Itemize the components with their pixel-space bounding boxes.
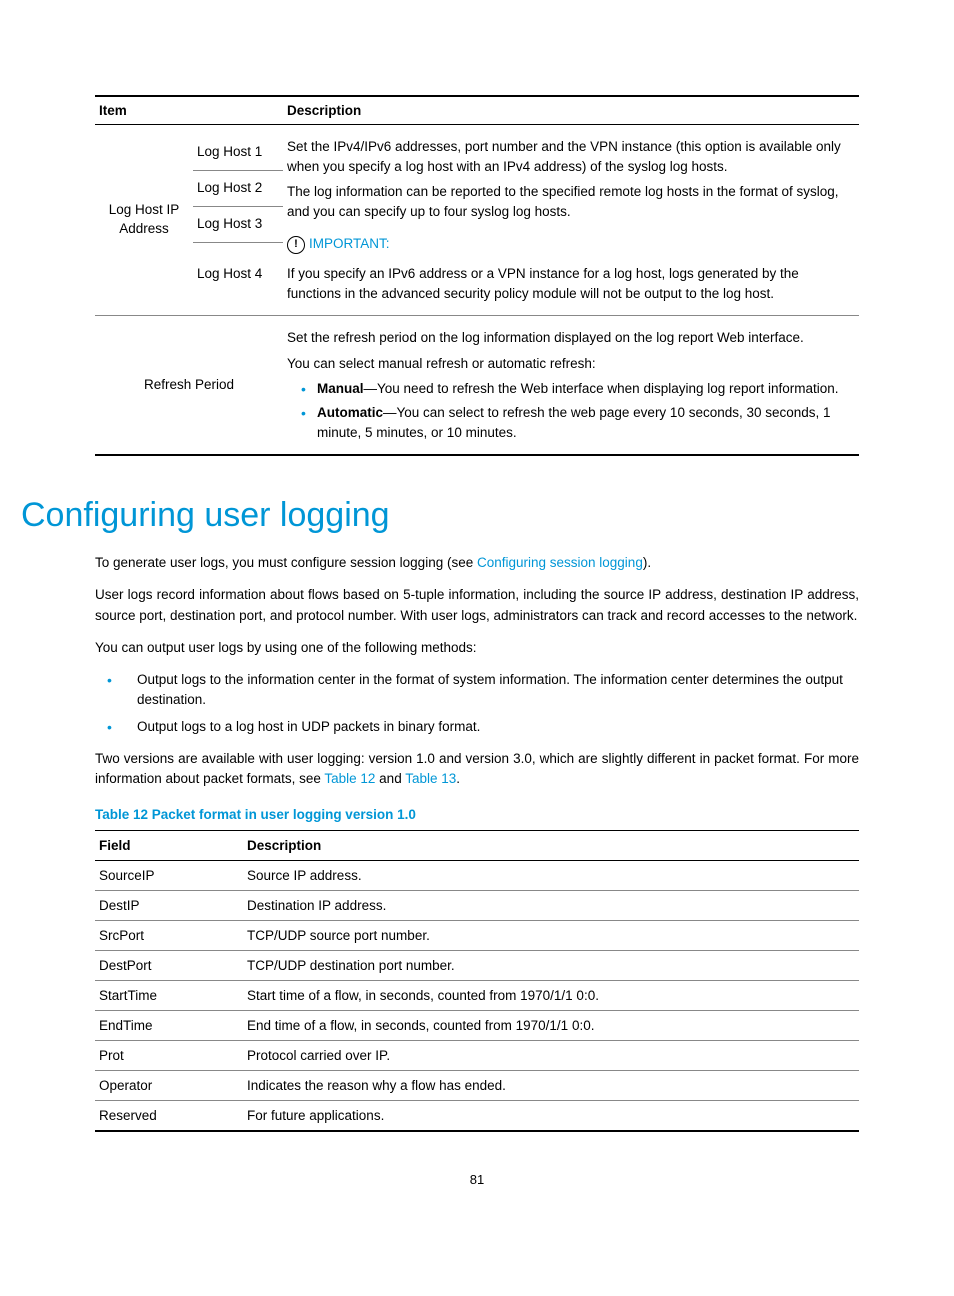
table-row: SourceIPSource IP address.: [95, 861, 859, 891]
table12-header-desc: Description: [247, 838, 321, 853]
table1-header-desc: Description: [287, 103, 361, 118]
page-number: 81: [95, 1172, 859, 1187]
table-row: DestIPDestination IP address.: [95, 891, 859, 921]
table12-header-field: Field: [99, 838, 131, 853]
refresh-bullet-auto: Automatic—You can select to refresh the …: [301, 403, 855, 442]
intro-p2: User logs record information about flows…: [95, 585, 859, 626]
loghost-desc-p1: Set the IPv4/IPv6 addresses, port number…: [287, 137, 855, 176]
refresh-p1: Set the refresh period on the log inform…: [287, 328, 855, 348]
refresh-label: Refresh Period: [95, 316, 283, 455]
loghost-1: Log Host 1: [193, 135, 283, 170]
loghost-label: Log Host IP Address: [95, 125, 193, 316]
link-session-logging[interactable]: Configuring session logging: [477, 555, 643, 570]
refresh-desc: Set the refresh period on the log inform…: [287, 328, 855, 442]
output-methods-list: Output logs to the information center in…: [95, 670, 859, 737]
loghost-desc-p2: The log information can be reported to t…: [287, 182, 855, 221]
table-row: OperatorIndicates the reason why a flow …: [95, 1071, 859, 1101]
important-label: ! IMPORTANT:: [287, 235, 390, 254]
loghost-desc: Set the IPv4/IPv6 addresses, port number…: [287, 137, 855, 303]
output-method-1: Output logs to the information center in…: [101, 670, 859, 711]
important-icon: !: [287, 236, 305, 254]
loghost-desc-p3: If you specify an IPv6 address or a VPN …: [287, 264, 855, 303]
loghost-4: Log Host 4: [193, 242, 283, 305]
table-row: ProtProtocol carried over IP.: [95, 1041, 859, 1071]
table-row: DestPortTCP/UDP destination port number.: [95, 951, 859, 981]
loghost-nested: Log Host 1 Log Host 2 Log Host 3 Log Hos…: [193, 135, 283, 306]
intro-p1: To generate user logs, you must configur…: [95, 553, 859, 573]
table-row: EndTimeEnd time of a flow, in seconds, c…: [95, 1011, 859, 1041]
link-table13[interactable]: Table 13: [405, 771, 456, 786]
section-heading: Configuring user logging: [21, 496, 859, 535]
refresh-bullets: Manual—You need to refresh the Web inter…: [287, 379, 855, 442]
table12: Field Description SourceIPSource IP addr…: [95, 830, 859, 1132]
table-row: ReservedFor future applications.: [95, 1101, 859, 1132]
link-table12[interactable]: Table 12: [324, 771, 375, 786]
loghost-2: Log Host 2: [193, 170, 283, 206]
refresh-bullet-manual: Manual—You need to refresh the Web inter…: [301, 379, 855, 399]
config-table: Item Description Log Host IP Address Log…: [95, 95, 859, 456]
refresh-p2: You can select manual refresh or automat…: [287, 354, 855, 374]
table1-header-item: Item: [99, 103, 127, 118]
page: Item Description Log Host IP Address Log…: [0, 0, 954, 1227]
loghost-3: Log Host 3: [193, 206, 283, 242]
table-row: SrcPortTCP/UDP source port number.: [95, 921, 859, 951]
output-method-2: Output logs to a log host in UDP packets…: [101, 717, 859, 737]
table-row: StartTimeStart time of a flow, in second…: [95, 981, 859, 1011]
intro-p3: You can output user logs by using one of…: [95, 638, 859, 658]
important-text: IMPORTANT:: [309, 235, 390, 254]
table12-caption: Table 12 Packet format in user logging v…: [95, 807, 859, 822]
intro-p4: Two versions are available with user log…: [95, 749, 859, 790]
